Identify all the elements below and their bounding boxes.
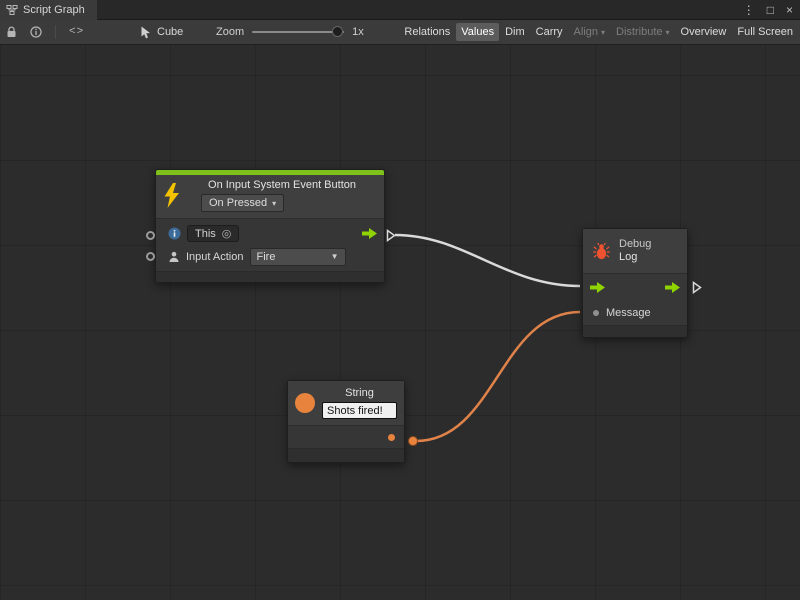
- string-type-icon: [295, 393, 315, 413]
- event-node-header: On Input System Event Button On Pressed …: [156, 175, 384, 218]
- titlebar: Script Graph ⋮ □ ×: [0, 0, 800, 20]
- button-label: Overview: [681, 26, 727, 38]
- this-external-port[interactable]: [146, 231, 155, 240]
- string-literal-node[interactable]: String: [287, 380, 405, 463]
- string-node-header: String: [288, 381, 404, 425]
- window-controls: ⋮ □ ×: [743, 0, 793, 20]
- caret-down-icon: ▾: [272, 199, 276, 208]
- toolbar-target-group: Cube: [140, 20, 183, 44]
- event-output-port-triangle[interactable]: [386, 229, 396, 242]
- string-node-body: [288, 425, 404, 448]
- event-node-footer: [156, 271, 384, 282]
- on-input-system-event-button-node[interactable]: On Input System Event Button On Pressed …: [155, 169, 385, 283]
- debug-output-port-triangle[interactable]: [692, 281, 702, 294]
- debug-flow-row: [583, 273, 687, 301]
- input-action-label: Input Action: [186, 251, 244, 263]
- node-title: String: [322, 387, 397, 399]
- graph-icon: [6, 4, 18, 16]
- button-label: Distribute: [616, 26, 662, 38]
- caret-down-icon: ▾: [601, 28, 605, 37]
- tab-title: Script Graph: [23, 4, 85, 16]
- debug-message-row: Message: [583, 301, 687, 325]
- zoom-slider[interactable]: [252, 31, 344, 33]
- trigger-dropdown-value: On Pressed: [209, 197, 267, 209]
- window-close-icon[interactable]: ×: [786, 3, 793, 17]
- lightning-bolt-icon: [163, 183, 180, 208]
- debug-log-node[interactable]: Debug Log Message: [582, 228, 688, 338]
- value-wire[interactable]: [416, 312, 580, 441]
- graph-toolbar: <> Cube Zoom 1x Relations Values Dim Car…: [0, 20, 800, 45]
- toolbar-button-relations[interactable]: Relations: [399, 23, 455, 41]
- button-label: Full Screen: [737, 26, 793, 38]
- object-picker-icon[interactable]: ◎: [222, 227, 232, 240]
- event-node-body: This ◎ Input Action Fire: [156, 218, 384, 271]
- toolbar-button-overview[interactable]: Overview: [676, 23, 732, 41]
- input-action-value: Fire: [257, 251, 276, 263]
- input-action-row: Input Action Fire ▼: [156, 245, 384, 268]
- string-output-port[interactable]: [388, 434, 395, 441]
- this-label: This: [195, 228, 216, 240]
- bug-icon: [592, 242, 611, 261]
- toolbar-button-dim[interactable]: Dim: [500, 23, 530, 41]
- toolbar-button-fullscreen[interactable]: Full Screen: [732, 23, 798, 41]
- string-node-footer: [288, 448, 404, 462]
- toolbar-button-values[interactable]: Values: [456, 23, 499, 41]
- toolbar-button-align[interactable]: Align▾: [569, 23, 610, 41]
- tab-script-graph[interactable]: Script Graph: [0, 0, 97, 20]
- info-icon[interactable]: [30, 26, 42, 38]
- message-input-port[interactable]: [593, 310, 599, 316]
- toolbar-button-carry[interactable]: Carry: [531, 23, 568, 41]
- zoom-label: Zoom: [216, 26, 244, 38]
- button-label: Values: [461, 26, 494, 38]
- button-label: Dim: [505, 26, 525, 38]
- value-wire-source-knob[interactable]: [408, 436, 418, 446]
- string-value-input[interactable]: [322, 402, 397, 419]
- target-object-label[interactable]: Cube: [157, 26, 183, 38]
- input-action-dropdown[interactable]: Fire ▼: [250, 248, 346, 266]
- lock-icon[interactable]: [6, 26, 17, 38]
- button-label: Relations: [404, 26, 450, 38]
- toolbar-left-group: <>: [6, 20, 84, 44]
- debug-node-header: Debug Log: [583, 229, 687, 273]
- window-maximize-icon[interactable]: □: [767, 3, 774, 17]
- button-label: Align: [574, 26, 598, 38]
- input-action-external-port[interactable]: [146, 252, 155, 261]
- debug-flow-input-port[interactable]: [590, 282, 605, 293]
- debug-node-footer: [583, 325, 687, 337]
- node-category: Debug: [619, 238, 651, 251]
- unity-visual-scripting-window: Script Graph ⋮ □ × <> Cube Zoom: [0, 0, 800, 600]
- input-action-icon: [168, 251, 180, 263]
- trigger-dropdown[interactable]: On Pressed ▾: [201, 194, 284, 212]
- this-object-field[interactable]: This ◎: [187, 225, 239, 242]
- caret-down-icon: ▼: [331, 252, 339, 261]
- zoom-slider-knob[interactable]: [332, 26, 343, 37]
- graph-canvas[interactable]: On Input System Event Button On Pressed …: [0, 45, 800, 600]
- event-flow-output-port[interactable]: [362, 228, 377, 239]
- message-label: Message: [606, 307, 651, 319]
- toolbar-buttons-group: Relations Values Dim Carry Align▾ Distri…: [399, 20, 798, 44]
- debug-flow-output-port[interactable]: [665, 282, 680, 293]
- this-row: This ◎: [156, 222, 384, 245]
- window-menu-icon[interactable]: ⋮: [743, 3, 755, 17]
- node-title: Log: [619, 251, 651, 264]
- toolbar-separator: [55, 25, 56, 39]
- toolbar-zoom-group: Zoom 1x: [216, 20, 364, 44]
- zoom-value: 1x: [352, 26, 364, 38]
- exec-wire[interactable]: [395, 235, 580, 286]
- toolbar-button-distribute[interactable]: Distribute ▾: [611, 23, 674, 41]
- gameobject-info-icon: [168, 227, 181, 240]
- button-label: Carry: [536, 26, 563, 38]
- code-icon[interactable]: <>: [69, 26, 84, 38]
- cursor-icon: [140, 26, 151, 39]
- node-title: On Input System Event Button: [187, 179, 377, 191]
- caret-down-icon: ▾: [666, 28, 670, 37]
